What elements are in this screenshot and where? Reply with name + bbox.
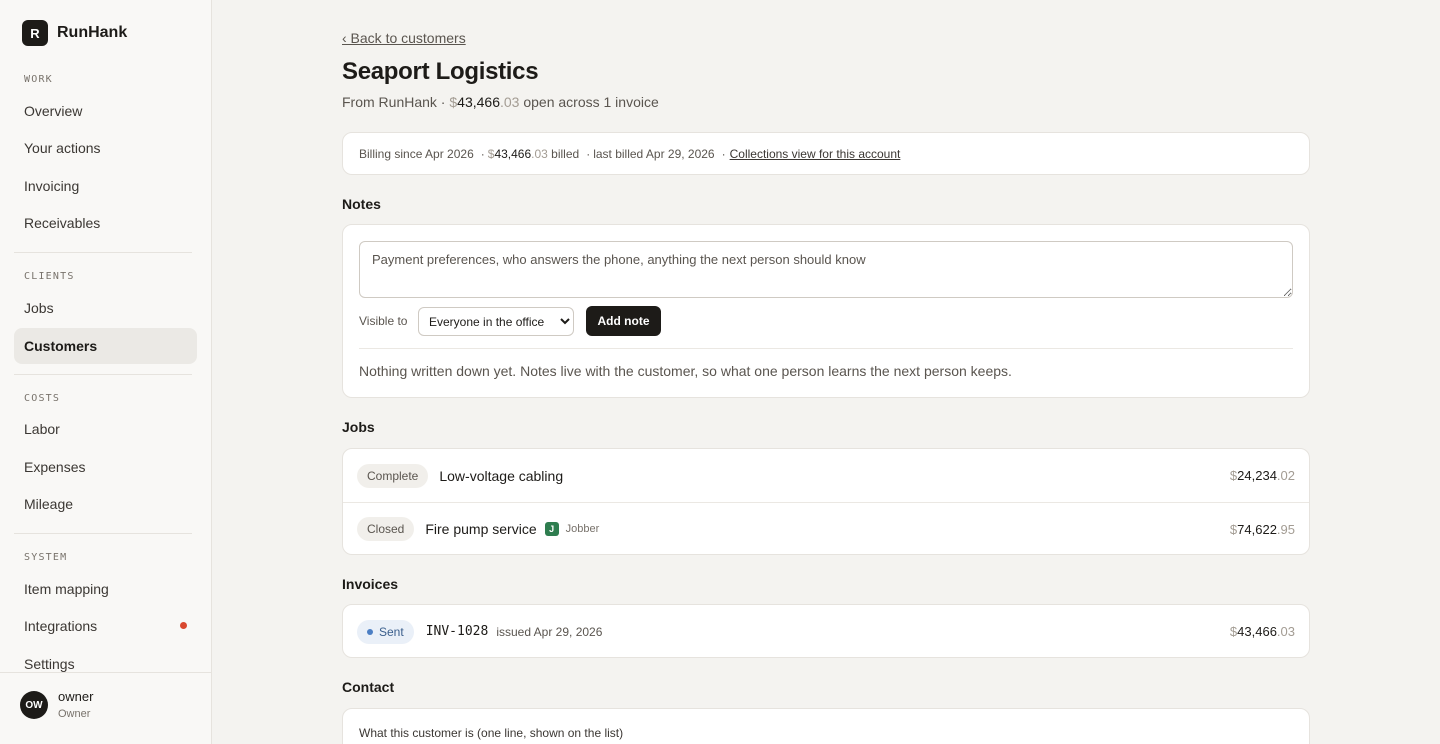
contact-card: What this customer is (one line, shown o… [342,708,1310,744]
notes-card: Visible to Everyone in the office Add no… [342,224,1310,398]
nav-section-costs: COSTS [24,393,61,404]
job-row[interactable]: Closed Fire pump service J Jobber $74,62… [343,502,1309,555]
amount-main: 43,466 [1237,624,1277,639]
sidebar-item-customers[interactable]: Customers [14,328,197,364]
source-name: Jobber [565,523,600,535]
status-label: Sent [379,624,404,639]
amount-main: 24,234 [1237,468,1277,483]
amount-cents: .03 [499,94,520,110]
amount-main: 43,466 [457,94,500,110]
user-menu[interactable]: OW owner Owner [0,672,211,744]
separator: · [586,146,591,161]
invoices-list: Sent INV-1028 issued Apr 29, 2026 $43,46… [342,604,1310,658]
status-badge: Closed [357,517,415,541]
amount-cents: .03 [531,146,548,161]
sidebar-item-overview[interactable]: Overview [14,93,197,129]
billed-suffix: billed [547,146,580,161]
invoice-row[interactable]: Sent INV-1028 issued Apr 29, 2026 $43,46… [343,605,1309,658]
sidebar-item-integrations[interactable]: Integrations [14,608,197,644]
notes-empty-state: Nothing written down yet. Notes live wit… [359,363,1012,379]
nav-section-work: WORK [24,74,53,85]
sidebar-item-invoicing[interactable]: Invoicing [14,168,197,204]
nav-section-system: SYSTEM [24,552,68,563]
visible-to-label: Visible to [359,314,408,328]
amount-cents: .95 [1276,521,1295,537]
job-amount: $24,234.02 [1230,468,1295,483]
job-title: Fire pump service [425,521,537,537]
amount-cents: .03 [1276,624,1295,639]
invoice-number: INV-1028 [425,624,489,639]
notes-heading: Notes [342,196,381,212]
collections-view-link[interactable]: Collections view for this account [730,147,901,161]
last-billed: last billed Apr 29, 2026 [593,146,715,161]
job-title: Low-voltage cabling [439,467,564,484]
nav-divider [14,374,192,375]
sidebar-item-expenses[interactable]: Expenses [14,449,197,485]
amount-main: 43,466 [494,146,532,161]
user-role: Owner [58,708,91,720]
page-title: Seaport Logistics [342,58,539,85]
sidebar-item-item-mapping[interactable]: Item mapping [14,571,197,607]
invoice-issued-date: issued Apr 29, 2026 [496,624,603,639]
brand-name: RunHank [57,24,128,41]
brand[interactable]: R RunHank [22,20,127,46]
sidebar-item-your-actions[interactable]: Your actions [14,130,197,166]
job-row[interactable]: Complete Low-voltage cabling $24,234.02 [343,449,1309,502]
sidebar-item-jobs[interactable]: Jobs [14,290,197,326]
billed-amount: $43,466.03 billed [488,147,579,161]
note-input[interactable] [359,241,1293,298]
nav-divider [14,252,192,253]
job-amount: $74,622.95 [1230,522,1295,537]
sidebar: R RunHank WORK Overview Your actions Inv… [0,0,212,744]
separator: · [480,146,485,161]
jobber-icon: J [544,522,559,536]
back-to-customers-link[interactable]: ‹ Back to customers [342,30,466,46]
jobs-heading: Jobs [342,419,375,435]
amount-main: 74,622 [1237,521,1277,537]
subtitle-suffix: open across 1 invoice [519,94,659,110]
sidebar-item-receivables[interactable]: Receivables [14,205,197,241]
amount-currency: $ [449,94,458,110]
status-badge: Complete [357,463,429,488]
page-subtitle: From RunHank · $43,466.03 open across 1 … [342,94,659,110]
invoice-amount: $43,466.03 [1230,624,1295,639]
amount-cents: .02 [1276,468,1295,483]
separator: · [721,146,726,161]
add-note-button[interactable]: Add note [586,306,661,336]
status-dot-icon [367,628,373,635]
visibility-select[interactable]: Everyone in the office [418,307,574,336]
billing-since: Billing since Apr 2026 [359,146,474,161]
avatar: OW [20,691,48,719]
notification-dot-icon [180,622,187,629]
sidebar-item-labor[interactable]: Labor [14,411,197,447]
customer-description-label: What this customer is (one line, shown o… [359,726,624,740]
jobs-list: Complete Low-voltage cabling $24,234.02 … [342,448,1310,555]
status-badge: Sent [357,619,414,644]
contact-heading: Contact [342,679,395,695]
invoices-heading: Invoices [342,576,399,592]
brand-logo-icon: R [22,20,48,46]
user-name: owner [58,689,94,704]
nav-divider [14,533,192,534]
divider [359,348,1293,349]
sidebar-item-label: Integrations [24,618,98,634]
subtitle-prefix: From RunHank · [342,94,450,110]
billing-summary: Billing since Apr 2026 · $43,466.03 bill… [342,132,1310,175]
sidebar-item-mileage[interactable]: Mileage [14,486,197,522]
nav-section-clients: CLIENTS [24,271,75,282]
